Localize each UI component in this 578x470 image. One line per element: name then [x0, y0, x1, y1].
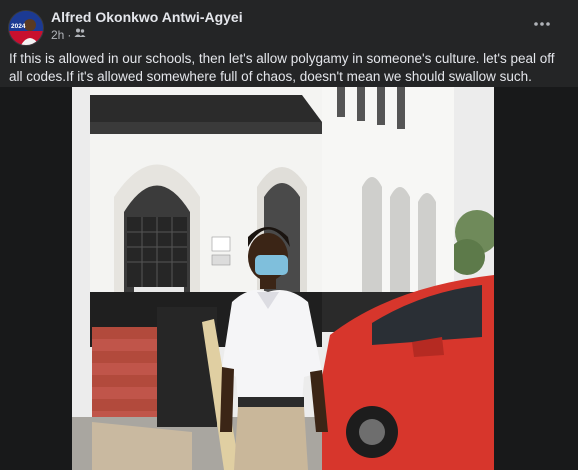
- post-caption: If this is allowed in our schools, then …: [9, 51, 555, 84]
- post-time[interactable]: 2h: [51, 28, 64, 42]
- avatar[interactable]: 2024: [8, 10, 44, 46]
- photo-illustration: [72, 87, 494, 470]
- friends-icon[interactable]: [74, 27, 86, 42]
- post-media[interactable]: [0, 87, 578, 470]
- post-meta: 2h ·: [51, 27, 86, 42]
- meta-separator: ·: [67, 27, 72, 42]
- more-options-icon[interactable]: [528, 14, 556, 34]
- avatar-image: 2024: [9, 11, 43, 45]
- post-photo[interactable]: [72, 87, 494, 470]
- avatar-badge-text: 2024: [11, 23, 26, 30]
- author-name[interactable]: Alfred Okonkwo Antwi-Agyei: [51, 9, 243, 25]
- facebook-post: 2024 Alfred Okonkwo Antwi-Agyei 2h · If …: [0, 0, 578, 470]
- post-header: 2024 Alfred Okonkwo Antwi-Agyei 2h ·: [0, 0, 578, 50]
